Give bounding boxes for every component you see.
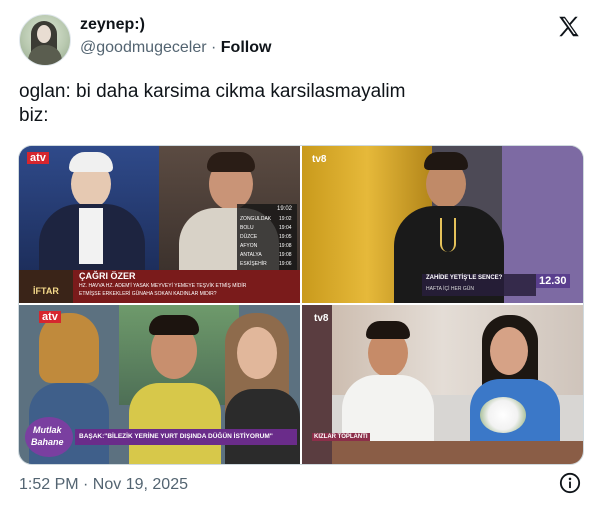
author-handle[interactable]: @goodmugeceler xyxy=(80,39,207,56)
city-time-5: 19:08 xyxy=(279,252,292,258)
man-center-hair xyxy=(149,315,199,335)
woman-head xyxy=(490,327,528,375)
media-image-3[interactable]: atv Mutlak Bahane BAŞAK:"BİLEZİK YERİNE … xyxy=(19,305,300,464)
city-2: BOLU xyxy=(240,225,254,231)
avatar-face xyxy=(37,25,51,43)
avatar[interactable] xyxy=(19,14,71,66)
man-center-body xyxy=(129,383,221,464)
city-time-3: 19:05 xyxy=(279,234,292,240)
man-hair xyxy=(366,321,410,339)
tweet-text: oglan: bi daha karsima cikma karsilasmay… xyxy=(19,80,579,128)
media-image-1[interactable]: atv 19:02 ZONGULDAK 19:02 BOLU 19:04 DÜZ… xyxy=(19,146,300,303)
host-hair xyxy=(424,152,468,170)
host-necklace xyxy=(440,218,456,252)
show-logo-line-1: Mutlak xyxy=(33,425,62,435)
city-1: ZONGULDAK xyxy=(240,216,272,222)
city-time-4: 19:08 xyxy=(279,243,292,249)
city-3: DÜZCE xyxy=(240,234,258,240)
author-handle-line: @goodmugeceler · Follow xyxy=(80,39,271,57)
caption-line-1: HZ. HAVVA HZ. ADEM'İ YASAK MEYVEYİ YEMEY… xyxy=(79,283,247,289)
presenter-hair xyxy=(69,152,113,172)
name-banner: ÇAĞRI ÖZER xyxy=(79,271,136,281)
show-banner-title: ZAHİDE YETİŞ'LE SENCE? xyxy=(426,275,503,281)
woman-right-head xyxy=(237,327,277,379)
info-icon[interactable] xyxy=(559,472,581,494)
clock-label: 19:02 xyxy=(277,206,293,212)
presenter-shirt xyxy=(79,208,103,264)
caption-line-2: ETMİŞSE ERKEKLERİ GÜNAHA SOKAN KADINLAR … xyxy=(79,291,217,297)
media-image-4[interactable]: tv8 KIZLAR TOPLANTI xyxy=(302,305,583,464)
tweet-line-1: oglan: bi daha karsima cikma karsilasmay… xyxy=(19,81,406,102)
table-front xyxy=(332,441,583,464)
city-4: AFYON xyxy=(240,243,258,249)
city-time-2: 19:04 xyxy=(279,225,292,231)
channel-logo-atv: atv xyxy=(39,311,61,323)
woman-right-body xyxy=(225,389,300,464)
show-logo-line-2: Bahane xyxy=(31,437,64,447)
show-banner-sub: HAFTA İÇİ HER GÜN xyxy=(426,286,474,292)
channel-logo-tv8: tv8 xyxy=(312,154,327,165)
channel-logo-tv8: tv8 xyxy=(314,313,329,324)
tweet-line-2: biz: xyxy=(19,105,49,126)
woman-left-hair xyxy=(39,313,99,383)
follow-button[interactable]: Follow xyxy=(221,39,272,56)
show-logo: KIZLAR TOPLANTI xyxy=(312,433,370,441)
handle-separator: · xyxy=(206,39,221,56)
guest-hair xyxy=(207,152,255,172)
tweet-timestamp[interactable]: 1:52 PM · Nov 19, 2025 xyxy=(19,476,188,494)
show-logo-iftar: İFTAR xyxy=(33,286,59,296)
city-time-1: 19:02 xyxy=(279,216,292,222)
show-clock: 12.30 xyxy=(536,274,570,288)
media-grid[interactable]: atv 19:02 ZONGULDAK 19:02 BOLU 19:04 DÜZ… xyxy=(18,145,584,465)
channel-logo-atv: atv xyxy=(27,152,49,164)
caption-text: BAŞAK:"BİLEZİK YERİNE YURT DIŞINDA DÜĞÜN… xyxy=(79,433,273,440)
flower-bouquet xyxy=(480,397,526,433)
x-logo-icon[interactable] xyxy=(556,14,582,40)
city-5: ANTALYA xyxy=(240,252,262,258)
city-time-6: 19:06 xyxy=(279,261,292,267)
author-display-name[interactable]: zeynep:) xyxy=(80,16,145,34)
city-6: ESKİŞEHİR xyxy=(240,261,267,267)
media-image-2[interactable]: tv8 ZAHİDE YETİŞ'LE SENCE? HAFTA İÇİ HER… xyxy=(302,146,583,303)
